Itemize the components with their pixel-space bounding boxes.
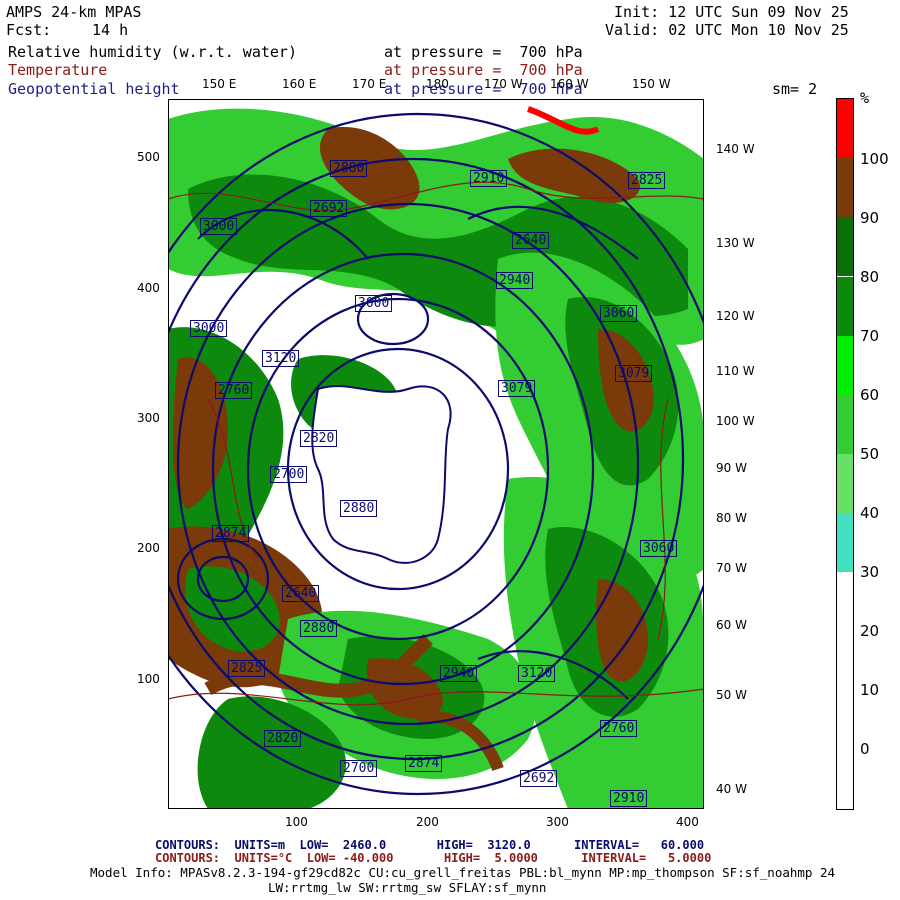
height-contour-label: 2692 <box>310 200 348 217</box>
height-contour-label: 2820 <box>300 430 338 447</box>
height-contour-label: 3000 <box>355 295 393 312</box>
height-contour-label: 2874 <box>405 755 443 772</box>
contours-temp-info: CONTOURS: UNITS=°C LOW= -40.000 HIGH= 5.… <box>155 851 712 865</box>
lon-label-right: 100 W <box>716 414 755 428</box>
colorbar-segment <box>837 394 853 454</box>
lon-label-right: 40 W <box>716 782 747 796</box>
height-contour-label: 2825 <box>228 660 266 677</box>
lon-label-top: 150 W <box>632 77 671 91</box>
y-tick-label: 400 <box>137 281 160 295</box>
x-tick-label: 400 <box>676 815 699 829</box>
lon-label-top: 160 E <box>282 77 317 91</box>
field-rh-level: at pressure = 700 hPa <box>384 43 583 61</box>
height-contour-label: 3079 <box>615 365 653 382</box>
height-contour-label: 3120 <box>262 350 300 367</box>
height-contour-label: 2700 <box>340 760 378 777</box>
colorbar-label: 60 <box>860 386 880 404</box>
lon-label-right: 70 W <box>716 561 747 575</box>
height-contour-label: 3120 <box>518 665 556 682</box>
weather-map <box>168 99 704 809</box>
height-contour-label: 2640 <box>282 585 320 602</box>
model-title: AMPS 24-km MPAS <box>6 3 142 21</box>
lon-label-top: 160 W <box>550 77 589 91</box>
height-contour-label: 2825 <box>628 172 666 189</box>
colorbar-unit: % <box>860 89 870 107</box>
colorbar-segment <box>837 276 853 336</box>
height-contour-label: 2874 <box>212 525 250 542</box>
lon-label-right: 90 W <box>716 461 747 475</box>
lon-label-right: 140 W <box>716 142 755 156</box>
y-tick-label: 500 <box>137 150 160 164</box>
height-contour-label: 2700 <box>270 466 308 483</box>
height-contour-label: 2692 <box>520 770 558 787</box>
height-contour-label: 2880 <box>340 500 378 517</box>
colorbar-label: 10 <box>860 681 880 699</box>
colorbar-segment <box>837 513 853 573</box>
height-contour-label: 3000 <box>200 218 238 235</box>
colorbar-segment <box>837 217 853 277</box>
height-contour-label: 2820 <box>264 730 302 747</box>
y-tick-label: 300 <box>137 411 160 425</box>
colorbar-segment <box>837 335 853 395</box>
height-contour-label: 2910 <box>610 790 648 807</box>
colorbar-label: 100 <box>860 150 889 168</box>
height-contour-label: 2760 <box>215 382 253 399</box>
colorbar-label: 70 <box>860 327 880 345</box>
lon-label-top: 150 E <box>202 77 237 91</box>
valid-time: Valid: 02 UTC Mon 10 Nov 25 <box>605 21 849 39</box>
colorbar <box>836 98 854 810</box>
forecast-label: Fcst: <box>6 21 52 39</box>
field-temp-name: Temperature <box>8 61 108 79</box>
height-contour-label: 3000 <box>190 320 228 337</box>
y-tick-label: 100 <box>137 672 160 686</box>
height-contour-label: 2910 <box>470 170 508 187</box>
colorbar-label: 50 <box>860 445 880 463</box>
height-contour-label: 2760 <box>600 720 638 737</box>
x-tick-label: 200 <box>416 815 439 829</box>
height-contour-label: 3079 <box>498 380 536 397</box>
field-height-name: Geopotential height <box>8 80 180 98</box>
forecast-value: 14 h <box>92 21 129 39</box>
height-contour-label: 2940 <box>440 665 478 682</box>
init-time: Init: 12 UTC Sun 09 Nov 25 <box>614 3 849 21</box>
colorbar-segment <box>837 454 853 514</box>
colorbar-label: 40 <box>860 504 880 522</box>
colorbar-label: 30 <box>860 563 880 581</box>
lon-label-right: 50 W <box>716 688 747 702</box>
model-info-2: LW:rrtmg_lw SW:rrtmg_sw SFLAY:sf_mynn <box>268 880 547 895</box>
height-contour-label: 2880 <box>330 160 368 177</box>
colorbar-segment <box>837 99 853 159</box>
antarctica-land <box>311 385 452 564</box>
lon-label-top: 180 <box>426 77 449 91</box>
x-tick-label: 100 <box>285 815 308 829</box>
colorbar-segment <box>837 572 853 809</box>
x-tick-label: 300 <box>546 815 569 829</box>
lon-label-right: 60 W <box>716 618 747 632</box>
lon-label-top: 170 W <box>484 77 523 91</box>
lon-label-top: 170 E <box>352 77 387 91</box>
colorbar-label: 80 <box>860 268 880 286</box>
lon-label-right: 130 W <box>716 236 755 250</box>
lon-label-right: 120 W <box>716 309 755 323</box>
height-contour-label: 3060 <box>600 305 638 322</box>
height-contour-label: 2640 <box>512 232 550 249</box>
colorbar-label: 90 <box>860 209 880 227</box>
colorbar-label: 20 <box>860 622 880 640</box>
lon-label-right: 110 W <box>716 364 755 378</box>
field-rh-name: Relative humidity (w.r.t. water) <box>8 43 297 61</box>
colorbar-label: 0 <box>860 740 870 758</box>
height-contour-label: 2880 <box>300 620 338 637</box>
height-contour-label: 3060 <box>640 540 678 557</box>
y-tick-label: 200 <box>137 541 160 555</box>
colorbar-segment <box>837 158 853 218</box>
smoothing-label: sm= 2 <box>772 80 818 98</box>
height-contour-label: 2940 <box>496 272 534 289</box>
lon-label-right: 80 W <box>716 511 747 525</box>
model-info: Model Info: MPASv8.2.3-194-gf29cd82c CU:… <box>90 865 836 880</box>
